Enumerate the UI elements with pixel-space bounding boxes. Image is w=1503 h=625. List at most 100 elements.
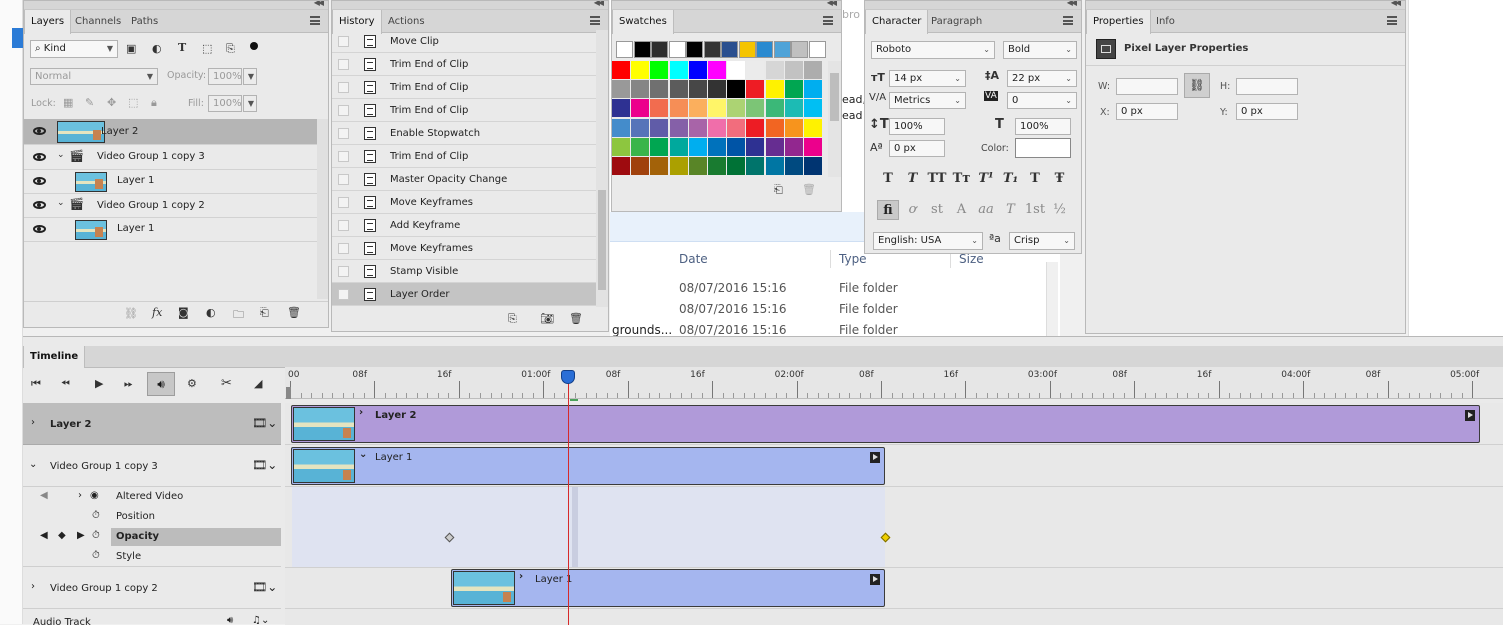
color-swatch[interactable]	[669, 157, 688, 175]
filmstrip-menu-icon[interactable]: 🎞︎⌄	[252, 416, 277, 430]
color-swatch[interactable]	[612, 61, 630, 79]
panel-menu-icon[interactable]	[590, 16, 600, 25]
opentype-button[interactable]: aa	[975, 200, 997, 220]
layer-group-row[interactable]: ⌄ 🎬︎ Video Group 1 copy 3	[24, 145, 328, 170]
color-swatch[interactable]	[612, 137, 630, 156]
color-swatch[interactable]	[746, 118, 765, 137]
color-swatch[interactable]	[612, 157, 630, 175]
filter-smartobject-icon[interactable]: ⎘	[226, 42, 235, 56]
color-swatch[interactable]	[669, 61, 688, 79]
width-input[interactable]	[1116, 78, 1178, 95]
playhead-handle[interactable]	[561, 370, 575, 384]
opentype-button[interactable]: ½	[1049, 200, 1071, 220]
recent-swatch[interactable]	[633, 41, 651, 58]
collapse-chevron-icon[interactable]: ⌄	[29, 459, 37, 470]
filter-type-icon[interactable]: T	[178, 41, 186, 54]
recent-swatch[interactable]	[668, 41, 686, 58]
text-style-button[interactable]: TT	[926, 169, 948, 189]
track-header-group3[interactable]: ⌄ Video Group 1 copy 3 🎞︎⌄	[23, 445, 281, 487]
layer-row[interactable]: Layer 2	[24, 119, 328, 145]
color-swatch[interactable]	[688, 99, 707, 118]
color-swatch[interactable]	[708, 137, 726, 156]
history-brush-source[interactable]	[338, 220, 349, 231]
stopwatch-icon[interactable]: ⏱︎	[92, 510, 100, 521]
history-brush-source[interactable]	[338, 289, 349, 300]
font-family-select[interactable]: Roboto ⌄	[871, 41, 995, 59]
color-swatch[interactable]	[727, 61, 746, 79]
filter-image-icon[interactable]: ▣	[126, 42, 136, 55]
color-swatch[interactable]	[784, 118, 803, 137]
color-swatch[interactable]	[746, 99, 765, 118]
color-swatch[interactable]	[631, 80, 650, 99]
color-swatch[interactable]	[804, 61, 822, 79]
recent-swatch[interactable]	[773, 41, 791, 58]
play-icon[interactable]: ▶︎	[95, 377, 103, 390]
history-brush-source[interactable]	[338, 36, 349, 47]
history-brush-source[interactable]	[338, 82, 349, 93]
tab-swatches[interactable]: Swatches	[612, 10, 674, 34]
previous-keyframe-icon[interactable]: ◀	[40, 490, 48, 501]
color-swatch[interactable]	[804, 118, 822, 137]
clip-chevron-icon[interactable]: ›	[519, 571, 523, 582]
tab-paragraph[interactable]: Paragraph	[925, 10, 988, 33]
history-scrollbar[interactable]	[596, 30, 608, 307]
lock-transparent-icon[interactable]: ▦	[63, 96, 73, 109]
color-swatch[interactable]	[688, 61, 707, 79]
lock-artboard-icon[interactable]: ⬚	[128, 96, 138, 109]
language-select[interactable]: English: USA ⌄	[873, 232, 983, 250]
track-header-group2[interactable]: › Video Group 1 copy 2 🎞︎⌄	[23, 567, 281, 609]
color-swatch[interactable]	[650, 99, 669, 118]
color-swatch[interactable]	[708, 157, 726, 175]
add-keyframe-icon[interactable]: ◆	[58, 530, 66, 541]
recent-swatch[interactable]	[703, 41, 721, 58]
color-swatch[interactable]	[688, 137, 707, 156]
filter-toggle-icon[interactable]	[250, 42, 258, 50]
opentype-button[interactable]: T	[1000, 200, 1022, 220]
kerning-select[interactable]: Metrics ⌄	[889, 92, 966, 109]
trash-icon[interactable]: 🗑︎	[802, 183, 816, 196]
camera-icon[interactable]: 📷︎	[540, 312, 554, 325]
opentype-button[interactable]: fi	[877, 200, 899, 220]
history-brush-source[interactable]	[338, 151, 349, 162]
tracking-input[interactable]: 0 ⌄	[1007, 92, 1077, 109]
trash-icon[interactable]: 🗑︎	[569, 312, 583, 325]
panel-menu-icon[interactable]	[823, 16, 833, 25]
settings-gear-icon[interactable]: ⚙︎	[187, 377, 197, 390]
color-swatch[interactable]	[765, 137, 784, 156]
visibility-eye-icon[interactable]	[33, 127, 46, 135]
next-frame-icon[interactable]: ⏩︎	[124, 377, 133, 391]
go-to-first-frame-icon[interactable]: ⏮︎	[31, 377, 41, 391]
explorer-scrollbar[interactable]	[1046, 262, 1058, 336]
clip-end-arrow-icon[interactable]	[870, 574, 880, 585]
text-style-button[interactable]: T	[877, 169, 899, 189]
history-item[interactable]: Move Keyframes	[332, 237, 598, 260]
text-style-button[interactable]: T¹	[975, 169, 997, 189]
y-input[interactable]: 0 px	[1236, 103, 1298, 120]
history-item[interactable]: Move Clip	[332, 30, 598, 53]
layer-mask-icon[interactable]: ◙	[178, 306, 189, 319]
recent-swatch[interactable]	[738, 41, 756, 58]
link-layers-icon[interactable]: ⛓︎	[124, 307, 138, 320]
color-swatch[interactable]	[650, 137, 669, 156]
recent-swatch[interactable]	[616, 41, 633, 58]
tab-channels[interactable]: Channels	[69, 10, 127, 33]
color-swatch[interactable]	[669, 137, 688, 156]
text-style-button[interactable]: T₁	[1000, 169, 1022, 189]
timeline-ruler[interactable]: 00 08f 16f 01:00f 08f 16f 02:00f 08f 16f 03:00f 08…	[285, 367, 1503, 399]
chevron-down-icon[interactable]: ⌄	[57, 198, 65, 208]
history-brush-source[interactable]	[338, 243, 349, 254]
text-color-swatch[interactable]	[1015, 138, 1071, 158]
color-swatch[interactable]	[746, 80, 765, 99]
visibility-eye-icon[interactable]: ◉	[90, 490, 99, 501]
explorer-col-type[interactable]: Type	[839, 252, 867, 266]
color-swatch[interactable]	[631, 118, 650, 137]
recent-swatch[interactable]	[686, 41, 703, 58]
color-swatch[interactable]	[727, 99, 746, 118]
color-swatch[interactable]	[727, 118, 746, 137]
history-brush-source[interactable]	[338, 59, 349, 70]
chevron-down-icon[interactable]: ⌄	[57, 150, 65, 160]
font-size-input[interactable]: 14 px ⌄	[889, 70, 966, 87]
panel-menu-icon[interactable]	[1063, 16, 1073, 25]
tab-layers[interactable]: Layers	[24, 10, 72, 34]
layer-row[interactable]: Layer 1	[24, 170, 328, 194]
